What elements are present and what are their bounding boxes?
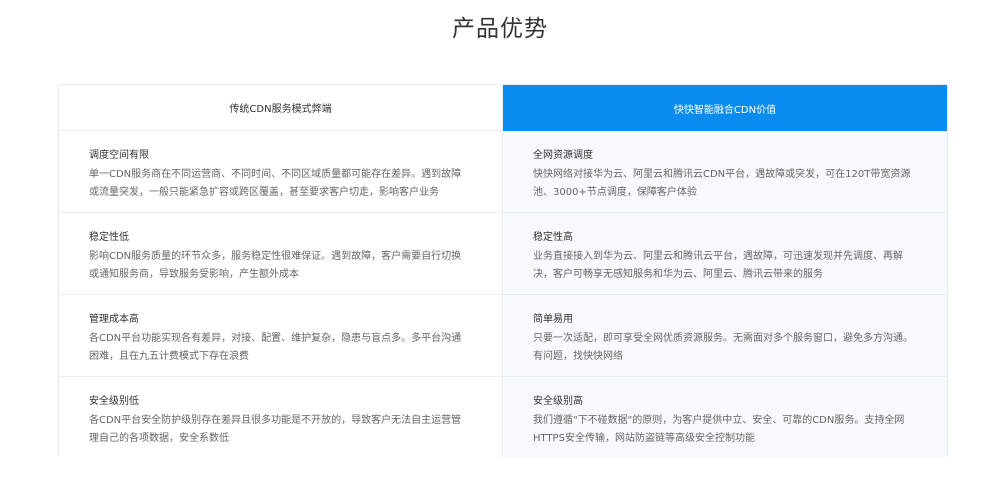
comparison-table: 传统CDN服务模式弊端 快快智能融合CDN价值 调度空间有限 单一CDN服务商在… [58, 84, 948, 457]
table-row-2-traditional: 稳定性低 影响CDN服务质量的环节众多，服务稳定性很难保证。遇到故障，客户需要自… [59, 213, 503, 295]
table-row-3-kuaikuai: 简单易用 只要一次适配，即可享受全网优质资源服务。无需面对多个服务窗口，避免多方… [503, 295, 947, 377]
product-advantages-page: 产品优势 传统CDN服务模式弊端 快快智能融合CDN价值 调度空间有限 单一CD… [0, 0, 1000, 480]
header-traditional-cdn: 传统CDN服务模式弊端 [59, 85, 503, 131]
row-4-kuaikuai-desc: 我们遵循"下不碰数据"的原则，为客户提供中立、安全、可靠的CDN服务。支持全网H… [533, 415, 905, 444]
row-4-traditional-title: 安全级别低 [89, 396, 139, 407]
table-row-3-traditional: 管理成本高 各CDN平台功能实现各有差异，对接、配置、维护复杂，隐患与盲点多。多… [59, 295, 503, 377]
row-1-traditional-desc: 单一CDN服务商在不同运营商、不同时间、不同区域质量都可能存在差异。遇到故障或流… [89, 169, 462, 198]
table-row-4-traditional: 安全级别低 各CDN平台安全防护级别存在差异且很多功能是不开放的，导致客户无法自… [59, 377, 503, 457]
row-3-kuaikuai-title: 简单易用 [533, 314, 573, 325]
header-kuaikuai-cdn: 快快智能融合CDN价值 [503, 85, 947, 131]
row-4-traditional-desc: 各CDN平台安全防护级别存在差异且很多功能是不开放的，导致客户无法自主运营管理自… [89, 415, 462, 444]
row-3-kuaikuai-desc: 只要一次适配，即可享受全网优质资源服务。无需面对多个服务窗口，避免多方沟通。有问… [533, 333, 913, 362]
row-4-kuaikuai-title: 安全级别高 [533, 396, 583, 407]
row-2-kuaikuai-desc: 业务直接接入到华为云、阿里云和腾讯云平台，遇故障，可迅速发现并先调度、再解决，客… [533, 251, 903, 280]
row-3-traditional-title: 管理成本高 [89, 314, 139, 325]
table-row-2-kuaikuai: 稳定性高 业务直接接入到华为云、阿里云和腾讯云平台，遇故障，可迅速发现并先调度、… [503, 213, 947, 295]
row-1-traditional-title: 调度空间有限 [89, 150, 149, 161]
row-2-kuaikuai-title: 稳定性高 [533, 232, 573, 243]
table-row-1-kuaikuai: 全网资源调度 快快网络对接华为云、阿里云和腾讯云CDN平台，遇故障或突发，可在1… [503, 131, 947, 213]
table-row-4-kuaikuai: 安全级别高 我们遵循"下不碰数据"的原则，为客户提供中立、安全、可靠的CDN服务… [503, 377, 947, 457]
page-title: 产品优势 [452, 16, 548, 42]
row-1-kuaikuai-desc: 快快网络对接华为云、阿里云和腾讯云CDN平台，遇故障或突发，可在120T带宽资源… [533, 169, 911, 198]
header-kuaikuai-cdn-label: 快快智能融合CDN价值 [673, 104, 777, 116]
table-row-1-traditional: 调度空间有限 单一CDN服务商在不同运营商、不同时间、不同区域质量都可能存在差异… [59, 131, 503, 213]
row-2-traditional-title: 稳定性低 [89, 232, 129, 243]
row-3-traditional-desc: 各CDN平台功能实现各有差异，对接、配置、维护复杂，隐患与盲点多。多平台沟通困难… [89, 333, 462, 362]
row-2-traditional-desc: 影响CDN服务质量的环节众多，服务稳定性很难保证。遇到故障，客户需要自行切换或通… [89, 251, 462, 280]
row-1-kuaikuai-title: 全网资源调度 [533, 150, 593, 161]
